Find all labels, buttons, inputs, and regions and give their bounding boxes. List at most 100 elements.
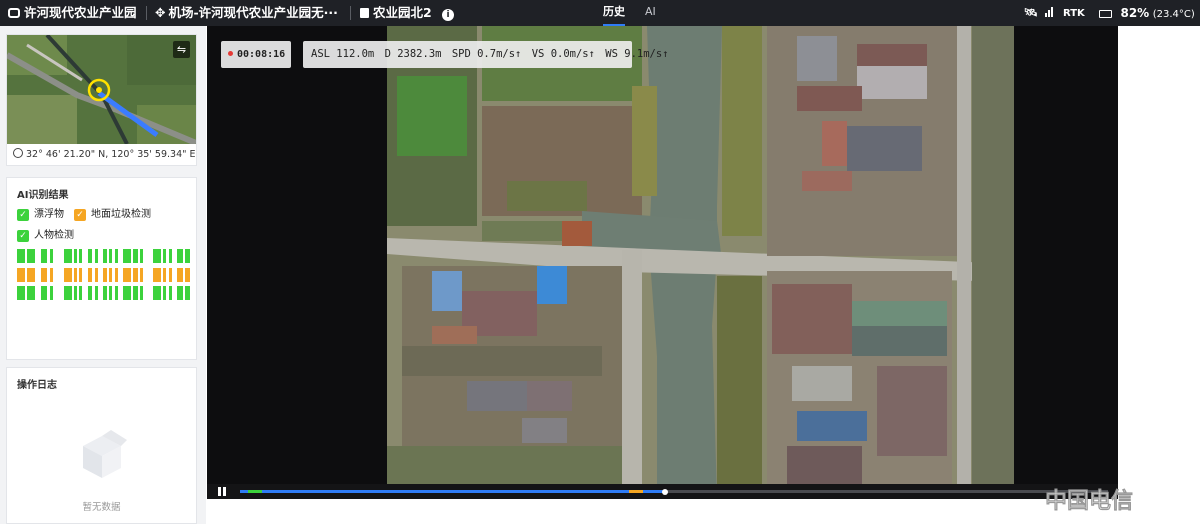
detection-segment[interactable] [109, 268, 112, 282]
detection-segment[interactable] [27, 249, 35, 263]
detection-segment[interactable] [64, 268, 72, 282]
minimap-card: ⇋ 32° 46' 21.20" N, 120° 35' 59.34" E [6, 34, 197, 166]
detection-segment[interactable] [103, 286, 107, 300]
detection-segment[interactable] [41, 286, 47, 300]
airport-name: 机场-许河现代农业产业园无··· [168, 5, 338, 20]
detection-segment[interactable] [79, 268, 82, 282]
detection-segment[interactable] [177, 268, 183, 282]
detection-segment[interactable] [95, 286, 98, 300]
pause-button[interactable] [218, 487, 227, 496]
detection-segment[interactable] [140, 249, 143, 263]
vertical-speed-value: 0.0m/s [550, 48, 589, 60]
tab-history[interactable]: 历史 [603, 0, 625, 26]
detection-segment[interactable] [103, 249, 107, 263]
detection-segment[interactable] [17, 268, 25, 282]
divider [350, 6, 351, 20]
detection-segment[interactable] [27, 286, 35, 300]
detection-segment[interactable] [64, 286, 72, 300]
recording-timer: 00:08:16 [221, 41, 291, 68]
detection-segment[interactable] [163, 268, 166, 282]
detection-segment[interactable] [123, 268, 131, 282]
detection-segment[interactable] [169, 268, 172, 282]
detection-segment[interactable] [109, 249, 112, 263]
detection-segment[interactable] [185, 249, 190, 263]
detection-segment[interactable] [133, 249, 138, 263]
detection-segment[interactable] [163, 286, 166, 300]
project-selector[interactable]: 许河现代农业产业园 [8, 0, 137, 26]
detection-segment[interactable] [177, 286, 183, 300]
legend-floating-objects[interactable]: ✓ 漂浮物 [17, 208, 64, 222]
empty-box-icon [75, 426, 129, 480]
detection-timeline-person[interactable] [17, 286, 192, 300]
detection-segment[interactable] [109, 286, 112, 300]
telemetry-bar: ASL 112.0m D 2382.3m SPD 0.7m/s↑ VS 0.0m… [303, 41, 669, 68]
detection-segment[interactable] [177, 249, 183, 263]
detection-segment[interactable] [163, 249, 166, 263]
checkbox-checked-icon: ✓ [17, 209, 29, 221]
detection-segment[interactable] [115, 268, 118, 282]
detection-segment[interactable] [17, 286, 25, 300]
detection-segment[interactable] [50, 268, 53, 282]
detection-segment[interactable] [74, 268, 77, 282]
progress-track[interactable] [240, 488, 1108, 495]
detection-segment[interactable] [185, 268, 190, 282]
legend-ground-garbage[interactable]: ✓ 地面垃圾检测 [74, 208, 151, 222]
detection-segment[interactable] [95, 249, 98, 263]
video-player[interactable]: 00:08:16 ASL 112.0m D 2382.3m SPD 0.7m/s… [207, 26, 1118, 499]
detection-segment[interactable] [17, 249, 25, 263]
device-icon [360, 8, 369, 18]
detection-segment[interactable] [27, 268, 35, 282]
coordinates: 32° 46' 21.20" N, 120° 35' 59.34" E [13, 148, 196, 160]
minimap[interactable]: ⇋ [7, 35, 196, 144]
detection-segment[interactable] [88, 249, 92, 263]
detection-segment[interactable] [41, 268, 47, 282]
detection-segment[interactable] [140, 268, 143, 282]
vertical-speed-label: VS [531, 48, 545, 60]
detection-segment[interactable] [50, 286, 53, 300]
detection-segment[interactable] [169, 249, 172, 263]
detection-segment[interactable] [41, 249, 47, 263]
legend-person-detection[interactable]: ✓ 人物检测 [17, 229, 74, 243]
detection-segment[interactable] [133, 286, 138, 300]
detection-segment[interactable] [103, 268, 107, 282]
detection-segment[interactable] [88, 268, 92, 282]
coordinates-text: 32° 46' 21.20" N, 120° 35' 59.34" E [26, 149, 196, 160]
pause-icon [218, 487, 221, 496]
satellite-icon: 🛰 [1024, 6, 1038, 19]
detection-segment[interactable] [140, 286, 143, 300]
detection-segment[interactable] [115, 286, 118, 300]
detection-timeline-floating[interactable] [17, 249, 192, 263]
detection-segment[interactable] [185, 286, 190, 300]
detection-segment[interactable] [123, 249, 131, 263]
signal-status: 🛰 RTK [1024, 0, 1085, 26]
detection-segment[interactable] [64, 249, 72, 263]
info-icon[interactable]: i [442, 9, 455, 21]
detection-segment[interactable] [74, 286, 77, 300]
empty-state-text: 暂无数据 [82, 502, 121, 513]
detection-segment[interactable] [153, 249, 161, 263]
minimap-image [7, 35, 196, 144]
detection-segment[interactable] [79, 286, 82, 300]
legend-label: 漂浮物 [34, 209, 64, 220]
swap-view-button[interactable]: ⇋ [173, 41, 190, 58]
airport-selector[interactable]: ✥ 机场-许河现代农业产业园无··· [155, 0, 338, 26]
detection-segment[interactable] [153, 286, 161, 300]
detection-segment[interactable] [88, 286, 92, 300]
device-selector[interactable]: 农业园北2 i [360, 0, 455, 26]
wind-speed-value: 9.1m/s [624, 48, 663, 60]
detection-segment[interactable] [153, 268, 161, 282]
progress-thumb[interactable] [662, 488, 669, 495]
detection-segment[interactable] [50, 249, 53, 263]
detection-segment[interactable] [95, 268, 98, 282]
detection-segment[interactable] [133, 268, 138, 282]
tab-ai[interactable]: AI [645, 0, 656, 26]
detection-segment[interactable] [169, 286, 172, 300]
detection-segment[interactable] [74, 249, 77, 263]
divider [146, 6, 147, 20]
detection-segment[interactable] [115, 249, 118, 263]
battery-percent: 82% [1120, 6, 1150, 20]
detection-timeline-garbage[interactable] [17, 268, 192, 282]
detection-segment[interactable] [123, 286, 131, 300]
detection-segment[interactable] [79, 249, 82, 263]
arrow-up-icon: ↑ [515, 48, 522, 60]
